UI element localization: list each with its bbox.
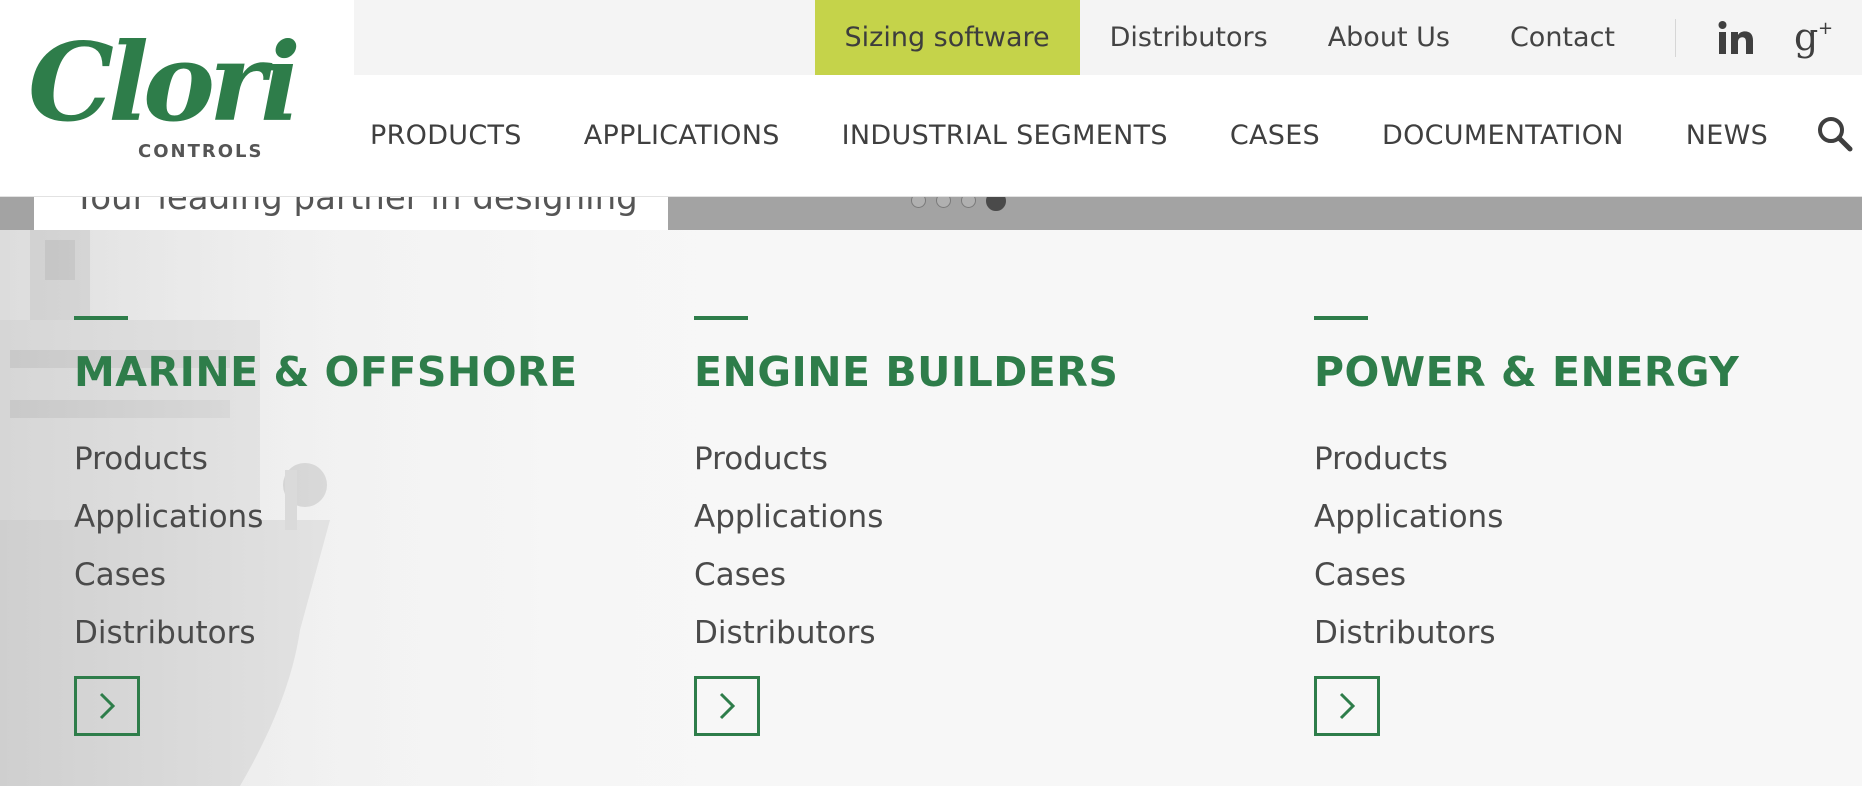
top-utility-nav: Sizing software Distributors About Us Co… xyxy=(814,0,1862,75)
svg-text:g: g xyxy=(1794,16,1818,59)
topbar-divider xyxy=(1675,18,1676,57)
svg-text:+: + xyxy=(1818,18,1833,39)
contact-link[interactable]: Contact xyxy=(1480,0,1645,75)
segment-accent-rule xyxy=(694,316,748,320)
segment-link-cases[interactable]: Cases xyxy=(74,546,263,604)
segment-link-distributors[interactable]: Distributors xyxy=(694,604,883,662)
linkedin-icon[interactable] xyxy=(1706,0,1766,75)
logo-link[interactable]: Clorius CONTROLS xyxy=(0,0,354,196)
nav-documentation[interactable]: DOCUMENTATION xyxy=(1382,120,1624,151)
segment-link-cases[interactable]: Cases xyxy=(694,546,883,604)
industry-segments: MARINE & OFFSHORE Products Applications … xyxy=(0,230,1862,786)
main-navigation: PRODUCTS APPLICATIONS INDUSTRIAL SEGMENT… xyxy=(354,75,1862,196)
segment-link-cases[interactable]: Cases xyxy=(1314,546,1503,604)
segment-link-applications[interactable]: Applications xyxy=(1314,488,1503,546)
hero-caption-line2: ...lic fl... xyxy=(74,222,638,230)
segment-accent-rule xyxy=(74,316,128,320)
segment-more-button[interactable] xyxy=(1314,676,1380,736)
segment-link-distributors[interactable]: Distributors xyxy=(74,604,263,662)
chevron-right-icon xyxy=(1339,692,1356,720)
logo-subtitle: CONTROLS xyxy=(138,141,263,160)
segment-link-applications[interactable]: Applications xyxy=(74,488,263,546)
segment-title[interactable]: POWER & ENERGY xyxy=(1314,348,1739,396)
nav-applications[interactable]: APPLICATIONS xyxy=(584,120,780,151)
nav-industrial-segments[interactable]: INDUSTRIAL SEGMENTS xyxy=(842,120,1168,151)
logo-wordmark: Clorius xyxy=(28,20,298,146)
segment-link-list: Products Applications Cases Distributors xyxy=(74,430,263,662)
distributors-link[interactable]: Distributors xyxy=(1080,0,1298,75)
nav-products[interactable]: PRODUCTS xyxy=(370,120,522,151)
sizing-software-link[interactable]: Sizing software xyxy=(814,0,1080,75)
segment-link-list: Products Applications Cases Distributors xyxy=(694,430,883,662)
search-icon[interactable] xyxy=(1816,115,1854,157)
segment-title[interactable]: ENGINE BUILDERS xyxy=(694,348,1118,396)
clorius-logo: Clorius CONTROLS xyxy=(28,20,298,160)
hero-caption-line1: Your leading partner in designing xyxy=(74,196,638,218)
hero-caption-card: Your leading partner in designing ...lic… xyxy=(34,196,668,230)
segment-link-products[interactable]: Products xyxy=(694,430,883,488)
about-us-link[interactable]: About Us xyxy=(1298,0,1480,75)
top-utility-bar: Sizing software Distributors About Us Co… xyxy=(354,0,1862,75)
segment-link-products[interactable]: Products xyxy=(74,430,263,488)
hero-caption-text: Your leading partner in designing ...lic… xyxy=(74,196,638,230)
google-plus-icon[interactable]: g + xyxy=(1784,0,1844,75)
segment-more-button[interactable] xyxy=(694,676,760,736)
chevron-right-icon xyxy=(99,692,116,720)
site-header: Clorius CONTROLS Sizing software Distrib… xyxy=(0,0,1862,197)
chevron-right-icon xyxy=(719,692,736,720)
nav-cases[interactable]: CASES xyxy=(1230,120,1320,151)
segment-accent-rule xyxy=(1314,316,1368,320)
nav-news[interactable]: NEWS xyxy=(1686,120,1768,151)
segment-more-button[interactable] xyxy=(74,676,140,736)
segment-link-distributors[interactable]: Distributors xyxy=(1314,604,1503,662)
segment-link-products[interactable]: Products xyxy=(1314,430,1503,488)
segment-link-applications[interactable]: Applications xyxy=(694,488,883,546)
segment-link-list: Products Applications Cases Distributors xyxy=(1314,430,1503,662)
segment-title[interactable]: MARINE & OFFSHORE xyxy=(74,348,578,396)
